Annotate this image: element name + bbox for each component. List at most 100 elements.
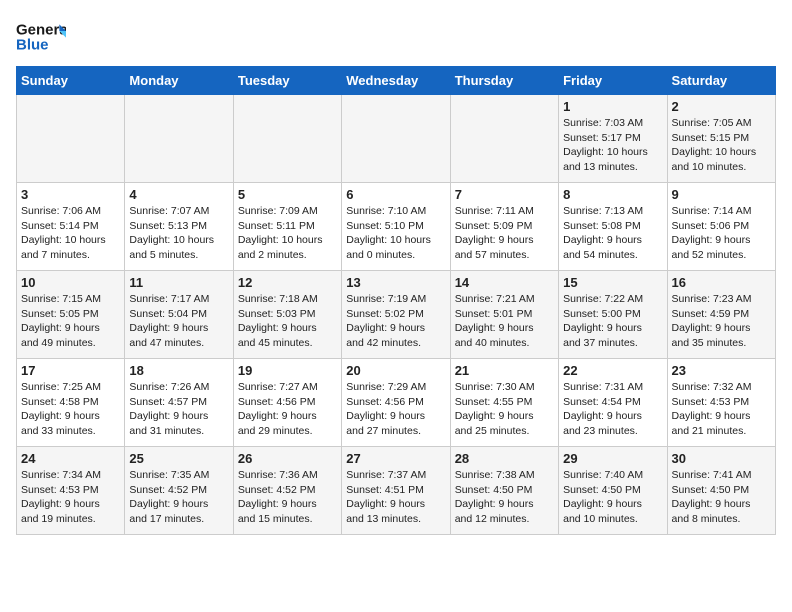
calendar-cell: 9 Sunrise: 7:14 AM Sunset: 5:06 PM Daylig… (667, 183, 775, 271)
day-number: 22 (563, 363, 662, 378)
calendar-cell: 28 Sunrise: 7:38 AM Sunset: 4:50 PM Dayli… (450, 447, 558, 535)
day-number: 1 (563, 99, 662, 114)
calendar-cell: 5 Sunrise: 7:09 AM Sunset: 5:11 PM Daylig… (233, 183, 341, 271)
calendar-cell: 3 Sunrise: 7:06 AM Sunset: 5:14 PM Daylig… (17, 183, 125, 271)
day-info: Sunrise: 7:27 AM Sunset: 4:56 PM Dayligh… (238, 380, 337, 439)
day-info: Sunrise: 7:03 AM Sunset: 5:17 PM Dayligh… (563, 116, 662, 175)
calendar-cell (17, 95, 125, 183)
calendar-cell: 29 Sunrise: 7:40 AM Sunset: 4:50 PM Dayli… (559, 447, 667, 535)
day-info: Sunrise: 7:13 AM Sunset: 5:08 PM Dayligh… (563, 204, 662, 263)
day-number: 30 (672, 451, 771, 466)
calendar-cell: 14 Sunrise: 7:21 AM Sunset: 5:01 PM Dayli… (450, 271, 558, 359)
day-info: Sunrise: 7:25 AM Sunset: 4:58 PM Dayligh… (21, 380, 120, 439)
day-number: 13 (346, 275, 445, 290)
day-info: Sunrise: 7:40 AM Sunset: 4:50 PM Dayligh… (563, 468, 662, 527)
day-info: Sunrise: 7:37 AM Sunset: 4:51 PM Dayligh… (346, 468, 445, 527)
calendar-cell (233, 95, 341, 183)
calendar-cell: 4 Sunrise: 7:07 AM Sunset: 5:13 PM Daylig… (125, 183, 233, 271)
calendar-table: SundayMondayTuesdayWednesdayThursdayFrid… (16, 66, 776, 535)
weekday-header-saturday: Saturday (667, 67, 775, 95)
day-info: Sunrise: 7:18 AM Sunset: 5:03 PM Dayligh… (238, 292, 337, 351)
day-number: 11 (129, 275, 228, 290)
day-number: 9 (672, 187, 771, 202)
day-number: 16 (672, 275, 771, 290)
day-info: Sunrise: 7:07 AM Sunset: 5:13 PM Dayligh… (129, 204, 228, 263)
day-number: 15 (563, 275, 662, 290)
day-number: 27 (346, 451, 445, 466)
weekday-header-tuesday: Tuesday (233, 67, 341, 95)
day-info: Sunrise: 7:17 AM Sunset: 5:04 PM Dayligh… (129, 292, 228, 351)
day-info: Sunrise: 7:11 AM Sunset: 5:09 PM Dayligh… (455, 204, 554, 263)
day-number: 10 (21, 275, 120, 290)
calendar-cell: 27 Sunrise: 7:37 AM Sunset: 4:51 PM Dayli… (342, 447, 450, 535)
calendar-cell: 1 Sunrise: 7:03 AM Sunset: 5:17 PM Daylig… (559, 95, 667, 183)
calendar-cell: 18Sunrise: 7:26 AM Sunset: 4:57 PM Dayli… (125, 359, 233, 447)
day-info: Sunrise: 7:21 AM Sunset: 5:01 PM Dayligh… (455, 292, 554, 351)
calendar-cell: 10 Sunrise: 7:15 AM Sunset: 5:05 PM Dayli… (17, 271, 125, 359)
day-info: Sunrise: 7:31 AM Sunset: 4:54 PM Dayligh… (563, 380, 662, 439)
day-info: Sunrise: 7:29 AM Sunset: 4:56 PM Dayligh… (346, 380, 445, 439)
day-info: Sunrise: 7:35 AM Sunset: 4:52 PM Dayligh… (129, 468, 228, 527)
day-number: 26 (238, 451, 337, 466)
day-number: 4 (129, 187, 228, 202)
day-number: 8 (563, 187, 662, 202)
calendar-cell: 7 Sunrise: 7:11 AM Sunset: 5:09 PM Daylig… (450, 183, 558, 271)
calendar-cell: 20 Sunrise: 7:29 AM Sunset: 4:56 PM Dayli… (342, 359, 450, 447)
day-number: 5 (238, 187, 337, 202)
day-info: Sunrise: 7:41 AM Sunset: 4:50 PM Dayligh… (672, 468, 771, 527)
day-info: Sunrise: 7:06 AM Sunset: 5:14 PM Dayligh… (21, 204, 120, 263)
day-number: 2 (672, 99, 771, 114)
day-info: Sunrise: 7:05 AM Sunset: 5:15 PM Dayligh… (672, 116, 771, 175)
day-number: 3 (21, 187, 120, 202)
calendar-cell: 12 Sunrise: 7:18 AM Sunset: 5:03 PM Dayli… (233, 271, 341, 359)
page-header: General Blue (16, 16, 776, 56)
calendar-cell: 25 Sunrise: 7:35 AM Sunset: 4:52 PM Dayli… (125, 447, 233, 535)
day-info: Sunrise: 7:19 AM Sunset: 5:02 PM Dayligh… (346, 292, 445, 351)
day-number: 20 (346, 363, 445, 378)
day-info: Sunrise: 7:34 AM Sunset: 4:53 PM Dayligh… (21, 468, 120, 527)
day-number: 25 (129, 451, 228, 466)
calendar-cell: 8 Sunrise: 7:13 AM Sunset: 5:08 PM Daylig… (559, 183, 667, 271)
day-number: 21 (455, 363, 554, 378)
day-info: Sunrise: 7:10 AM Sunset: 5:10 PM Dayligh… (346, 204, 445, 263)
calendar-cell: 15 Sunrise: 7:22 AM Sunset: 5:00 PM Dayli… (559, 271, 667, 359)
calendar-header: SundayMondayTuesdayWednesdayThursdayFrid… (17, 67, 776, 95)
weekday-header-sunday: Sunday (17, 67, 125, 95)
day-number: 12 (238, 275, 337, 290)
day-info: Sunrise: 7:15 AM Sunset: 5:05 PM Dayligh… (21, 292, 120, 351)
calendar-cell (342, 95, 450, 183)
day-info: Sunrise: 7:23 AM Sunset: 4:59 PM Dayligh… (672, 292, 771, 351)
weekday-header-thursday: Thursday (450, 67, 558, 95)
calendar-cell: 30 Sunrise: 7:41 AM Sunset: 4:50 PM Dayli… (667, 447, 775, 535)
calendar-cell: 19 Sunrise: 7:27 AM Sunset: 4:56 PM Dayli… (233, 359, 341, 447)
day-info: Sunrise: 7:38 AM Sunset: 4:50 PM Dayligh… (455, 468, 554, 527)
day-number: 14 (455, 275, 554, 290)
calendar-cell: 13 Sunrise: 7:19 AM Sunset: 5:02 PM Dayli… (342, 271, 450, 359)
day-number: 24 (21, 451, 120, 466)
day-number: 7 (455, 187, 554, 202)
calendar-cell (125, 95, 233, 183)
calendar-cell: 16 Sunrise: 7:23 AM Sunset: 4:59 PM Dayli… (667, 271, 775, 359)
svg-text:Blue: Blue (16, 36, 49, 53)
day-number: 6 (346, 187, 445, 202)
day-info: Sunrise: 7:09 AM Sunset: 5:11 PM Dayligh… (238, 204, 337, 263)
day-info: Sunrise: 7:22 AM Sunset: 5:00 PM Dayligh… (563, 292, 662, 351)
logo: General Blue (16, 16, 66, 56)
calendar-cell: 26 Sunrise: 7:36 AM Sunset: 4:52 PM Dayli… (233, 447, 341, 535)
day-info: Sunrise: 7:36 AM Sunset: 4:52 PM Dayligh… (238, 468, 337, 527)
day-number: 17 (21, 363, 120, 378)
day-info: Sunrise: 7:32 AM Sunset: 4:53 PM Dayligh… (672, 380, 771, 439)
day-info: Sunrise: 7:30 AM Sunset: 4:55 PM Dayligh… (455, 380, 554, 439)
calendar-cell: 24 Sunrise: 7:34 AM Sunset: 4:53 PM Dayli… (17, 447, 125, 535)
day-number: 28 (455, 451, 554, 466)
day-number: 29 (563, 451, 662, 466)
weekday-header-monday: Monday (125, 67, 233, 95)
day-number: 23 (672, 363, 771, 378)
day-number: 19 (238, 363, 337, 378)
weekday-header-wednesday: Wednesday (342, 67, 450, 95)
calendar-cell: 2 Sunrise: 7:05 AM Sunset: 5:15 PM Daylig… (667, 95, 775, 183)
calendar-cell: 21 Sunrise: 7:30 AM Sunset: 4:55 PM Dayli… (450, 359, 558, 447)
day-info: Sunrise: 7:14 AM Sunset: 5:06 PM Dayligh… (672, 204, 771, 263)
day-number: 18 (129, 363, 228, 378)
weekday-header-friday: Friday (559, 67, 667, 95)
